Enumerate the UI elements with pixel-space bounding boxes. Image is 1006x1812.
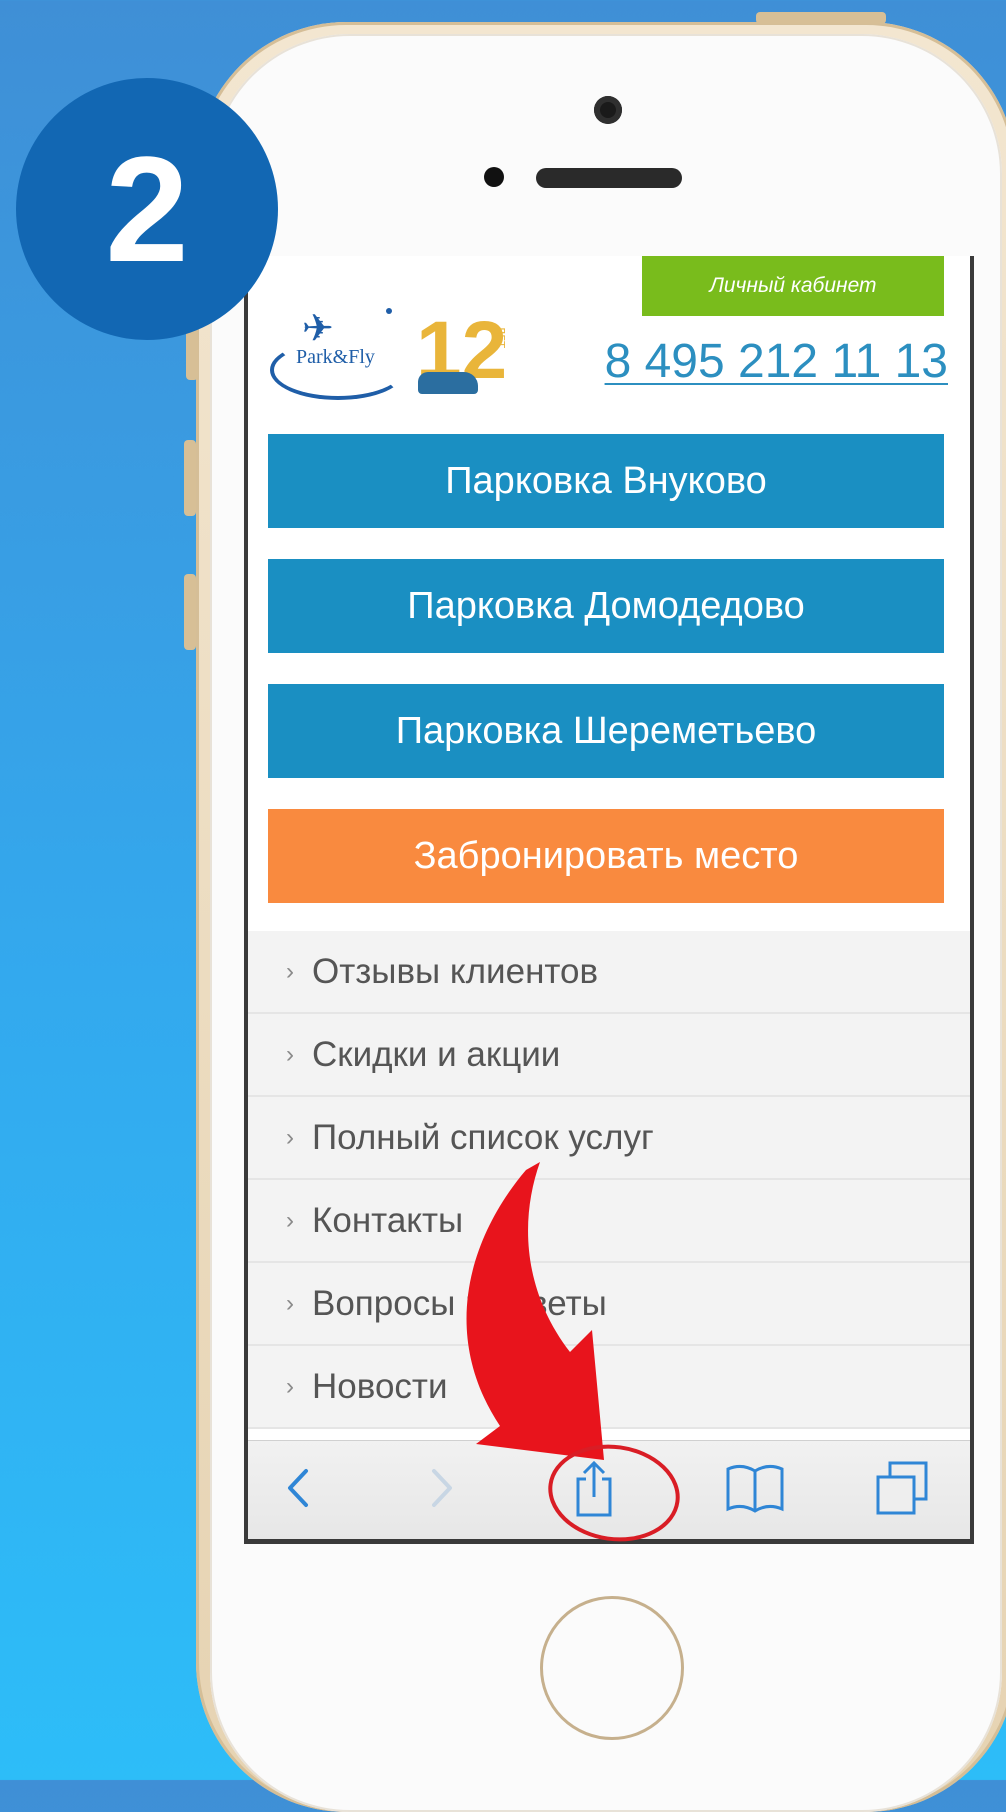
- home-button[interactable]: [540, 1596, 684, 1740]
- menu-item-services[interactable]: › Полный список услуг: [248, 1097, 970, 1180]
- step-number-badge: 2: [16, 78, 278, 340]
- logo-text: Park&Fly: [296, 346, 375, 368]
- safari-toolbar: [248, 1440, 970, 1539]
- parking-nav: Парковка Внуково Парковка Домодедово Пар…: [268, 434, 944, 934]
- menu-item-discounts[interactable]: › Скидки и акции: [248, 1014, 970, 1097]
- share-icon[interactable]: [566, 1457, 622, 1519]
- book-spot-button[interactable]: Забронировать место: [268, 809, 944, 903]
- proximity-sensor: [484, 167, 504, 187]
- chevron-right-icon: ›: [286, 957, 294, 985]
- logo-dot: [386, 308, 392, 314]
- volume-down-button: [184, 574, 196, 650]
- earpiece-speaker: [536, 168, 682, 188]
- chevron-right-icon: ›: [286, 1372, 294, 1400]
- menu-item-faq[interactable]: › Вопросы и ответы: [248, 1263, 970, 1346]
- site-menu: › Отзывы клиентов › Скидки и акции › Пол…: [248, 931, 970, 1429]
- bookmarks-icon[interactable]: [722, 1457, 788, 1519]
- domodedovo-parking-button[interactable]: Парковка Домодедово: [268, 559, 944, 653]
- car-icon: [418, 372, 478, 394]
- menu-item-label: Новости: [312, 1366, 448, 1406]
- power-button: [756, 12, 886, 24]
- chevron-right-icon: ›: [286, 1289, 294, 1317]
- menu-item-reviews[interactable]: › Отзывы клиентов: [248, 931, 970, 1014]
- phone-screen: Личный кабинет ✈ Park&Fly 12 ЛЕТ 8 495 2…: [244, 256, 974, 1544]
- mute-switch: [186, 330, 198, 380]
- menu-item-news[interactable]: › Новости: [248, 1346, 970, 1429]
- anniversary-years-label: ЛЕТ: [494, 326, 507, 348]
- chevron-right-icon: ›: [286, 1040, 294, 1068]
- personal-cabinet-button[interactable]: Личный кабинет: [642, 256, 944, 316]
- vnukovo-parking-button[interactable]: Парковка Внуково: [268, 434, 944, 528]
- menu-item-label: Скидки и акции: [312, 1034, 561, 1074]
- menu-item-contacts[interactable]: › Контакты: [248, 1180, 970, 1263]
- tabs-icon[interactable]: [872, 1457, 932, 1519]
- menu-item-label: Контакты: [312, 1200, 464, 1240]
- volume-up-button: [184, 440, 196, 516]
- menu-item-label: Вопросы и ответы: [312, 1283, 607, 1323]
- phone-number-link[interactable]: 8 495 212 11 13: [605, 334, 948, 389]
- forward-icon[interactable]: [422, 1457, 462, 1519]
- front-camera: [594, 96, 622, 124]
- sheremetyevo-parking-button[interactable]: Парковка Шереметьево: [268, 684, 944, 778]
- back-icon[interactable]: [278, 1457, 318, 1519]
- chevron-right-icon: ›: [286, 1123, 294, 1151]
- chevron-right-icon: ›: [286, 1206, 294, 1234]
- park-and-fly-logo[interactable]: ✈ Park&Fly 12 ЛЕТ: [268, 296, 508, 406]
- menu-item-label: Полный список услуг: [312, 1117, 654, 1157]
- menu-item-label: Отзывы клиентов: [312, 951, 599, 991]
